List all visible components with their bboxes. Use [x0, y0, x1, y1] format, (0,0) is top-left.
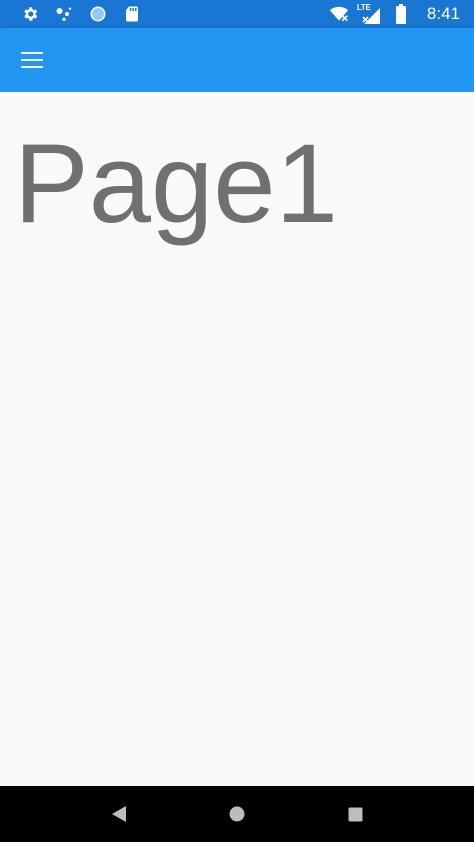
app-bar	[0, 28, 474, 92]
sync-icon	[88, 4, 108, 24]
home-icon	[229, 806, 245, 822]
recents-button[interactable]	[331, 790, 379, 838]
status-bar: LTE 8:41	[0, 0, 474, 28]
page-content: Page1	[0, 92, 474, 786]
app-screen: LTE 8:41 Page1	[0, 0, 474, 842]
hamburger-menu-icon	[21, 52, 43, 68]
status-left-icons	[20, 4, 142, 24]
wifi-off-icon	[329, 4, 349, 24]
status-clock: 8:41	[426, 4, 460, 23]
menu-button[interactable]	[10, 38, 54, 82]
home-button[interactable]	[213, 790, 261, 838]
lte-signal-icon: LTE	[357, 3, 381, 24]
battery-icon	[391, 4, 411, 24]
status-right-icons: LTE 8:41	[329, 3, 460, 24]
back-icon	[112, 806, 126, 822]
sd-card-icon	[122, 4, 142, 24]
recents-icon	[348, 807, 362, 821]
settings-icon	[20, 4, 40, 24]
assistant-icon	[54, 4, 74, 24]
back-button[interactable]	[95, 790, 143, 838]
navigation-bar	[0, 786, 474, 842]
page-title: Page1	[14, 121, 338, 246]
